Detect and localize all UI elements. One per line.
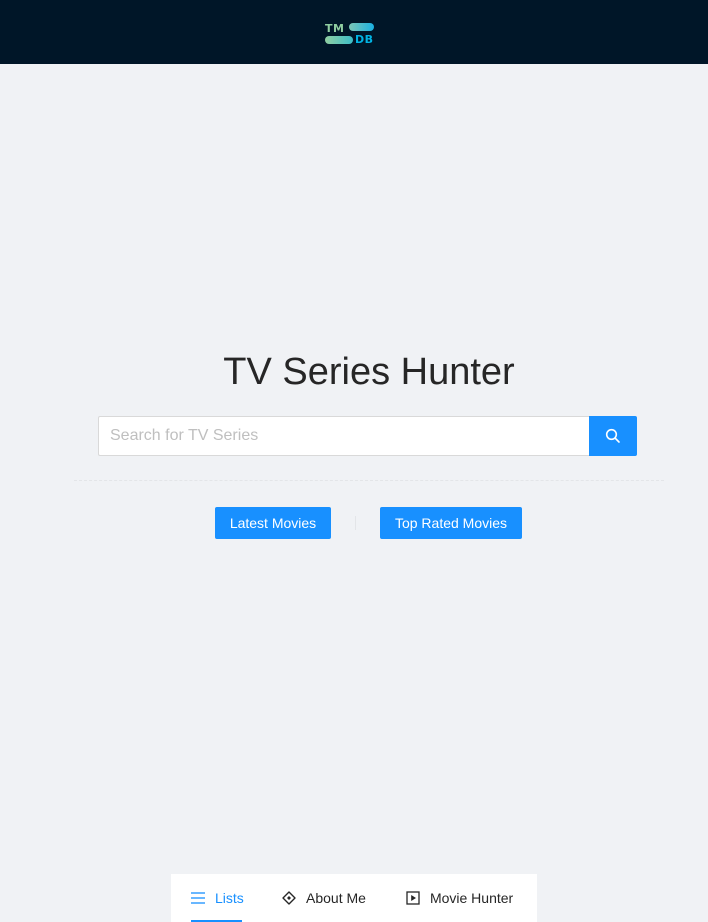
play-square-icon (406, 891, 420, 905)
tmdb-logo[interactable]: TM DB (324, 21, 376, 46)
nav-item-about-me[interactable]: About Me (282, 874, 366, 922)
logo-pill-bottom (325, 36, 353, 44)
nav-item-movie-hunter[interactable]: Movie Hunter (406, 874, 513, 922)
latest-movies-button[interactable]: Latest Movies (215, 507, 331, 539)
bottom-nav: Lists About Me Movie Hunter (171, 874, 537, 922)
search-bar (98, 416, 637, 456)
logo-text-top: TM (325, 22, 345, 35)
logo-text-bottom: DB (355, 33, 374, 46)
top-rated-movies-button[interactable]: Top Rated Movies (380, 507, 522, 539)
nav-item-lists[interactable]: Lists (191, 874, 244, 922)
nav-item-label: Lists (215, 890, 244, 906)
dashed-divider (74, 480, 664, 481)
nav-item-label: About Me (306, 890, 366, 906)
logo-pill-top (349, 23, 374, 31)
top-header: TM DB (0, 0, 708, 64)
diamond-icon (282, 891, 296, 905)
search-icon (605, 428, 620, 443)
nav-item-label: Movie Hunter (429, 890, 514, 906)
menu-icon (191, 891, 205, 905)
button-separator (355, 516, 356, 530)
search-input[interactable] (98, 416, 589, 456)
search-button[interactable] (589, 416, 637, 456)
page-title: TV Series Hunter (223, 351, 515, 393)
